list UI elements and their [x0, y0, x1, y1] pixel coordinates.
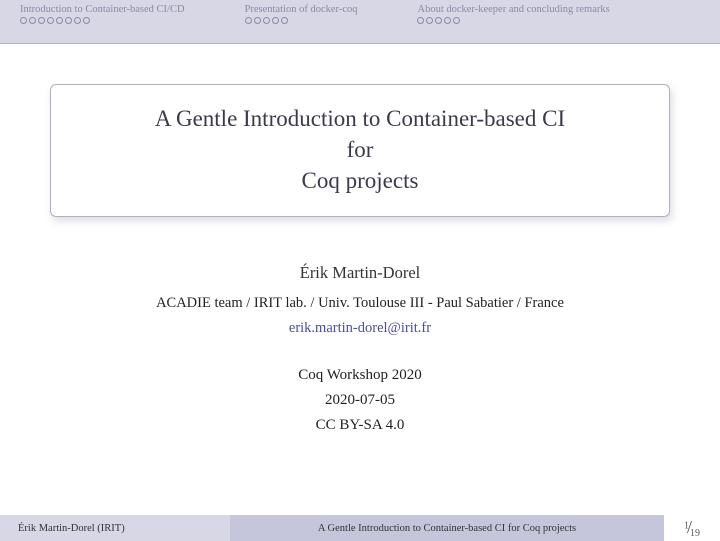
nav-section-2-dots: [245, 17, 358, 24]
progress-dot[interactable]: [56, 17, 63, 24]
progress-dot[interactable]: [29, 17, 36, 24]
event-license: CC BY-SA 4.0: [40, 417, 680, 434]
slide-main: A Gentle Introduction to Container-based…: [0, 44, 720, 434]
author-email[interactable]: erik.martin-dorel@irit.fr: [40, 320, 680, 337]
nav-section-2-label: Presentation of docker-coq: [245, 4, 358, 15]
title-line-2: for: [65, 134, 655, 165]
footer-author: Érik Martin-Dorel (IRIT): [0, 515, 230, 541]
title-box: A Gentle Introduction to Container-based…: [50, 84, 670, 217]
progress-dot[interactable]: [65, 17, 72, 24]
event-date: 2020-07-05: [40, 392, 680, 409]
progress-dot[interactable]: [38, 17, 45, 24]
progress-dot[interactable]: [83, 17, 90, 24]
nav-section-3-dots: [417, 17, 609, 24]
footer-pagenum: 1/19: [664, 515, 720, 541]
footer-title: A Gentle Introduction to Container-based…: [230, 515, 664, 541]
nav-section-3-label: About docker-keeper and concluding remar…: [417, 4, 609, 15]
event-block: Coq Workshop 2020 2020-07-05 CC BY-SA 4.…: [40, 367, 680, 434]
progress-dot[interactable]: [426, 17, 433, 24]
nav-section-1-label: Introduction to Container-based CI/CD: [20, 4, 185, 15]
title-line-1: A Gentle Introduction to Container-based…: [65, 103, 655, 134]
nav-header: Introduction to Container-based CI/CD Pr…: [0, 0, 720, 44]
author-name: Érik Martin-Dorel: [40, 263, 680, 283]
page-fraction: 1/19: [684, 517, 700, 539]
nav-section-2[interactable]: Presentation of docker-coq: [245, 4, 358, 43]
progress-dot[interactable]: [417, 17, 424, 24]
progress-dot[interactable]: [272, 17, 279, 24]
title-line-3: Coq projects: [65, 165, 655, 196]
nav-section-1-dots: [20, 17, 185, 24]
progress-dot[interactable]: [245, 17, 252, 24]
nav-section-1[interactable]: Introduction to Container-based CI/CD: [20, 4, 185, 43]
progress-dot[interactable]: [263, 17, 270, 24]
progress-dot[interactable]: [453, 17, 460, 24]
author-block: Érik Martin-Dorel ACADIE team / IRIT lab…: [40, 263, 680, 337]
footer: Érik Martin-Dorel (IRIT) A Gentle Introd…: [0, 515, 720, 541]
nav-section-3[interactable]: About docker-keeper and concluding remar…: [417, 4, 609, 43]
progress-dot[interactable]: [435, 17, 442, 24]
event-venue: Coq Workshop 2020: [40, 367, 680, 384]
progress-dot[interactable]: [444, 17, 451, 24]
progress-dot[interactable]: [47, 17, 54, 24]
progress-dot[interactable]: [74, 17, 81, 24]
progress-dot[interactable]: [281, 17, 288, 24]
progress-dot[interactable]: [254, 17, 261, 24]
author-affiliation: ACADIE team / IRIT lab. / Univ. Toulouse…: [40, 295, 680, 312]
progress-dot[interactable]: [20, 17, 27, 24]
page-total: 19: [690, 528, 700, 539]
